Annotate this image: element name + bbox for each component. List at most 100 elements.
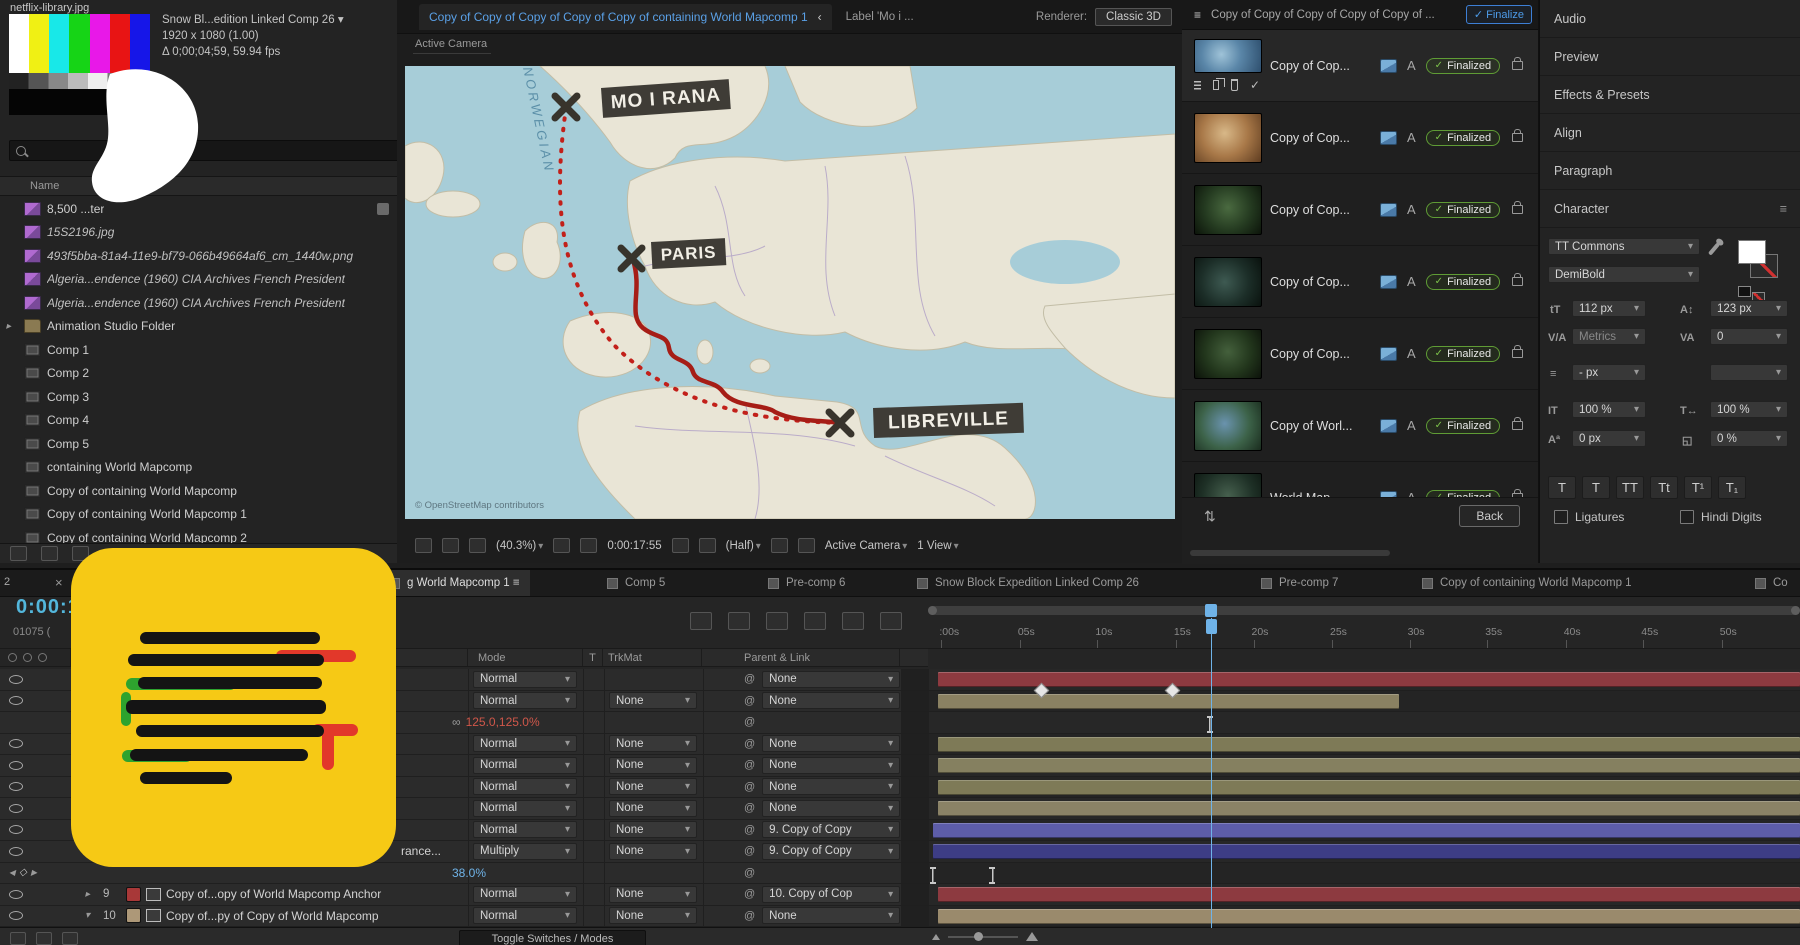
timeline-tab[interactable]: g World Mapcomp 1 ≡ — [379, 570, 530, 596]
baseline-shift-dropdown[interactable]: 0 px▾ — [1572, 430, 1646, 447]
mode-dropdown[interactable]: Normal▾ — [473, 757, 577, 774]
parent-dropdown[interactable]: None▾ — [762, 800, 900, 817]
view-layout-dropdown[interactable]: 1 View▾ — [917, 540, 958, 552]
mode-dropdown[interactable]: Normal▾ — [473, 778, 577, 795]
transparency-grid-icon[interactable] — [771, 538, 788, 553]
finalize-button[interactable]: ✓ Finalize — [1466, 5, 1532, 24]
keyframe-navigator[interactable]: ◀◇▶ — [9, 867, 37, 878]
parent-dropdown[interactable]: None▾ — [762, 907, 900, 924]
timeline-tab[interactable]: Snow Block Expedition Linked Comp 26 — [907, 570, 1149, 596]
expand-inout-columns-icon[interactable] — [62, 932, 78, 945]
layer-duration-bar[interactable] — [938, 780, 1800, 795]
parent-dropdown[interactable]: 10. Copy of Cop▾ — [762, 886, 900, 903]
layer-duration-bar[interactable] — [938, 694, 1400, 709]
mode-header[interactable]: Mode — [468, 649, 583, 666]
eye-icon[interactable] — [9, 847, 23, 856]
viewer-tab[interactable]: Copy of Copy of Copy of Copy of Copy of … — [419, 4, 832, 30]
list-item[interactable]: Comp 5 — [0, 432, 397, 456]
stack-title[interactable]: Copy of Copy of Copy of Copy of Copy of … — [1211, 9, 1456, 21]
panel-section-character[interactable]: Character ≡ — [1540, 190, 1800, 228]
layer-duration-bar[interactable] — [938, 801, 1800, 816]
font-family-dropdown[interactable]: TT Commons▾ — [1548, 238, 1700, 255]
tracking-dropdown[interactable]: 0▾ — [1710, 328, 1788, 345]
motion-blur-icon[interactable] — [842, 612, 864, 630]
timeline-row[interactable]: ▸ 9 Copy of...opy of World Mapcomp Ancho… — [0, 884, 1800, 906]
layer-name[interactable]: rance... — [401, 844, 441, 858]
layer-track[interactable] — [929, 884, 1800, 905]
pickwhip-icon[interactable]: @ — [744, 716, 755, 728]
graph-editor-icon[interactable] — [880, 612, 902, 630]
snapshot-icon[interactable] — [672, 538, 689, 553]
panel-section[interactable]: Preview — [1540, 38, 1800, 76]
layer-track[interactable] — [929, 798, 1800, 819]
layer-card[interactable]: ✓ Copy of Cop... A ✓Finalized — [1182, 30, 1538, 102]
layer-duration-bar[interactable] — [933, 844, 1800, 859]
twirl-icon[interactable]: ▸ — [85, 889, 90, 900]
grid-options-icon[interactable] — [553, 538, 570, 553]
layer-duration-bar[interactable] — [938, 887, 1800, 902]
layer-track[interactable] — [929, 712, 1800, 733]
mode-dropdown[interactable]: Normal▾ — [473, 907, 577, 924]
zoom-in-icon[interactable] — [1026, 932, 1038, 941]
twirl-icon[interactable]: ▾ — [85, 910, 90, 921]
layer-card[interactable]: Copy of Cop... A ✓Finalized — [1182, 174, 1538, 246]
close-icon[interactable]: × — [55, 575, 63, 590]
hide-shy-icon[interactable] — [766, 612, 788, 630]
trkmat-dropdown[interactable]: None▾ — [609, 907, 697, 924]
list-item[interactable]: Copy of containing World Mapcomp — [0, 479, 397, 503]
parent-dropdown[interactable]: None▾ — [762, 757, 900, 774]
list-item[interactable]: 15S2196.jpg — [0, 221, 397, 245]
leading-dropdown[interactable]: 123 px▾ — [1710, 300, 1788, 317]
timeline-row[interactable]: ▾ 10 Copy of...py of Copy of World Mapco… — [0, 906, 1800, 928]
pickwhip-icon[interactable]: @ — [744, 888, 755, 900]
lock-icon[interactable] — [1512, 133, 1523, 142]
layer-track[interactable] — [929, 863, 1800, 884]
layer-track[interactable] — [929, 755, 1800, 776]
mode-dropdown[interactable]: Normal▾ — [473, 735, 577, 752]
eye-icon[interactable] — [9, 890, 23, 899]
list-item[interactable]: Comp 2 — [0, 362, 397, 386]
pickwhip-icon[interactable]: @ — [744, 695, 755, 707]
mode-dropdown[interactable]: Normal▾ — [473, 800, 577, 817]
comp-name[interactable]: Snow Bl...edition Linked Comp 26 — [162, 14, 335, 26]
layer-track[interactable] — [929, 691, 1800, 712]
pickwhip-icon[interactable]: @ — [744, 867, 755, 879]
back-button[interactable]: Back — [1459, 505, 1520, 527]
mode-dropdown[interactable]: Multiply▾ — [473, 843, 577, 860]
layer-thumbnail[interactable] — [1194, 39, 1262, 73]
layer-duration-bar[interactable] — [933, 823, 1800, 838]
list-item[interactable]: Algeria...endence (1960) CIA Archives Fr… — [0, 268, 397, 292]
keyframe-ibeam-marker[interactable] — [930, 867, 936, 884]
layer-track[interactable] — [929, 669, 1800, 690]
mode-dropdown[interactable]: Normal▾ — [473, 821, 577, 838]
parent-dropdown[interactable]: None▾ — [762, 778, 900, 795]
stroke-width-dropdown[interactable]: - px▾ — [1572, 364, 1646, 381]
stroke-style-dropdown[interactable]: ▾ — [1710, 364, 1788, 381]
layer-thumbnail[interactable] — [1194, 113, 1262, 163]
trkmat-dropdown[interactable]: None▾ — [609, 778, 697, 795]
hindi-digits-checkbox[interactable]: Hindi Digits — [1680, 510, 1762, 524]
trkmat-dropdown[interactable]: None▾ — [609, 800, 697, 817]
layer-thumbnail[interactable] — [1194, 185, 1262, 235]
keyframe-ibeam-marker[interactable] — [989, 867, 995, 884]
chevron-down-icon[interactable]: ▾ — [338, 14, 344, 26]
pickwhip-icon[interactable]: @ — [744, 802, 755, 814]
region-of-interest-icon[interactable] — [580, 538, 597, 553]
layer-thumbnail[interactable] — [1194, 257, 1262, 307]
pickwhip-icon[interactable]: @ — [744, 824, 755, 836]
chevron-left-icon[interactable]: ‹ — [818, 10, 822, 24]
playhead-handle[interactable] — [1206, 619, 1217, 634]
pickwhip-icon[interactable]: @ — [744, 759, 755, 771]
parent-link-header[interactable]: Parent & Link — [702, 649, 900, 666]
list-item[interactable]: Copy of containing World Mapcomp 1 — [0, 503, 397, 527]
layer-track[interactable] — [929, 841, 1800, 862]
layer-track[interactable] — [929, 734, 1800, 755]
active-camera-label[interactable]: Active Camera — [413, 38, 491, 54]
delete-icon[interactable] — [1231, 79, 1238, 91]
comp-mini-flowchart-icon[interactable] — [690, 612, 712, 630]
toggle-switches-modes-button[interactable]: Toggle Switches / Modes — [459, 930, 646, 945]
expand-layer-switches-icon[interactable] — [10, 932, 26, 945]
timeline-tab[interactable]: Pre-comp 6 — [758, 570, 855, 596]
list-item[interactable]: Comp 3 — [0, 385, 397, 409]
pickwhip-icon[interactable]: @ — [744, 845, 755, 857]
